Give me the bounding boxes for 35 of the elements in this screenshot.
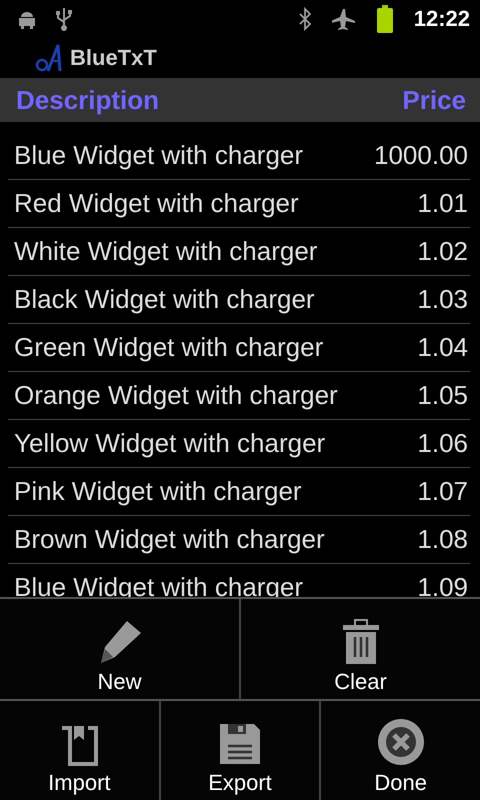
price-cell: 1.08 — [417, 524, 468, 555]
bluetooth-icon — [298, 7, 312, 31]
menu-item[interactable]: Done — [321, 700, 480, 800]
price-cell: 1.07 — [417, 476, 468, 507]
column-header: Price — [402, 84, 466, 116]
usb-icon — [54, 6, 74, 32]
battery-icon — [376, 5, 394, 33]
description-cell: Red Widget with charger — [14, 188, 299, 219]
menu-item[interactable]: New — [0, 599, 241, 698]
close-icon — [376, 718, 425, 766]
price-cell: 1.04 — [417, 332, 468, 363]
save-icon — [218, 722, 262, 766]
description-cell: Yellow Widget with charger — [14, 428, 326, 459]
status-time: 12:22 — [414, 6, 470, 32]
trash-icon — [340, 618, 380, 664]
description-cell: Green Widget with charger — [14, 332, 324, 363]
description-cell: Black Widget with charger — [14, 284, 315, 315]
description-cell: White Widget with charger — [14, 236, 318, 267]
price-cell: 1.05 — [417, 380, 468, 411]
price-cell: 1.01 — [417, 188, 468, 219]
app-title: BlueTxT — [70, 45, 157, 71]
menu-item[interactable]: Export — [160, 700, 322, 800]
description-cell: Brown Widget with charger — [14, 524, 325, 555]
price-cell: 1.03 — [417, 284, 468, 315]
menu-item[interactable]: Import — [0, 700, 161, 800]
description-cell: Blue Widget with charger — [14, 140, 304, 171]
description-cell: Orange Widget with charger — [14, 380, 338, 411]
app-logo-icon — [34, 43, 64, 73]
bookmark-box-icon — [60, 726, 98, 766]
description-cell: Pink Widget with charger — [14, 476, 302, 507]
column-header: Description — [16, 84, 160, 116]
price-cell: 1000.00 — [374, 140, 468, 171]
price-cell: 1.02 — [417, 236, 468, 267]
price-cell: 1.06 — [417, 428, 468, 459]
airplane-icon — [332, 7, 356, 31]
